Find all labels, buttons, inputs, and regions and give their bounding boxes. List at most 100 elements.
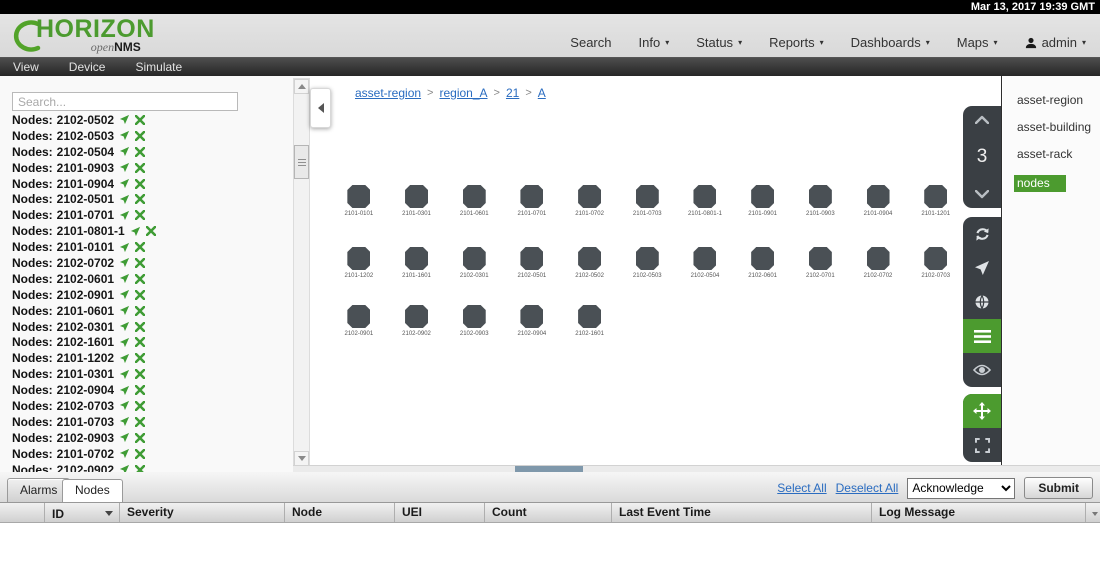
list-item[interactable]: Nodes: 2102-1601 [12, 334, 290, 350]
list-item[interactable]: Nodes: 2102-0502 [12, 112, 290, 128]
locate-arrow-icon[interactable] [119, 146, 130, 157]
locate-arrow-icon[interactable] [119, 385, 130, 396]
locate-arrow-icon[interactable] [119, 369, 130, 380]
map-node[interactable]: 2101-0701 [503, 185, 561, 217]
map-node[interactable]: 2102-0903 [445, 305, 503, 337]
map-node[interactable]: 2102-0702 [849, 247, 907, 279]
list-item[interactable]: Nodes: 2101-0703 [12, 414, 290, 430]
remove-icon[interactable] [135, 433, 145, 443]
nav-user-menu[interactable]: admin▾ [1025, 35, 1086, 50]
zoom-in-chevron-icon[interactable] [975, 115, 989, 124]
layer-asset-rack[interactable]: asset-rack [1017, 147, 1100, 161]
locate-arrow-icon[interactable] [119, 162, 130, 173]
column-uei[interactable]: UEI [395, 503, 485, 522]
list-item[interactable]: Nodes: 2101-0904 [12, 176, 290, 192]
locate-arrow-icon[interactable] [119, 448, 130, 459]
nav-search[interactable]: Search [570, 35, 611, 50]
remove-icon[interactable] [135, 401, 145, 411]
locate-arrow-icon[interactable] [119, 305, 130, 316]
remove-icon[interactable] [135, 115, 145, 125]
layer-asset-building[interactable]: asset-building [1017, 120, 1100, 134]
submit-button[interactable]: Submit [1024, 477, 1093, 499]
remove-icon[interactable] [135, 369, 145, 379]
locate-arrow-icon[interactable] [119, 353, 130, 364]
highlight-focus-button[interactable] [963, 353, 1001, 387]
locate-arrow-icon[interactable] [119, 130, 130, 141]
list-item[interactable]: Nodes: 2102-0601 [12, 271, 290, 287]
hamburger-menu-button[interactable] [963, 319, 1001, 353]
map-node[interactable]: 2101-0903 [792, 185, 850, 217]
column-node[interactable]: Node [285, 503, 395, 522]
remove-icon[interactable] [135, 179, 145, 189]
column-severity[interactable]: Severity [120, 503, 285, 522]
layer-nodes-active[interactable]: nodes [1014, 175, 1066, 192]
locate-arrow-icon[interactable] [119, 400, 130, 411]
map-node[interactable]: 2101-1202 [330, 247, 388, 279]
map-node[interactable]: 2102-0601 [734, 247, 792, 279]
menu-simulate[interactable]: Simulate [135, 60, 182, 74]
locate-arrow-icon[interactable] [119, 210, 130, 221]
show-entire-map-button[interactable] [963, 285, 1001, 319]
layer-asset-region[interactable]: asset-region [1017, 93, 1100, 107]
remove-icon[interactable] [146, 226, 156, 236]
remove-icon[interactable] [135, 274, 145, 284]
remove-icon[interactable] [135, 242, 145, 252]
column-count[interactable]: Count [485, 503, 612, 522]
map-node[interactable]: 2101-0703 [618, 185, 676, 217]
map-node[interactable]: 2102-0503 [618, 247, 676, 279]
list-item[interactable]: Nodes: 2101-0702 [12, 446, 290, 462]
locate-arrow-icon[interactable] [119, 194, 130, 205]
locate-arrow-icon[interactable] [119, 416, 130, 427]
collapse-panel-button[interactable] [310, 88, 331, 128]
locate-arrow-icon[interactable] [119, 289, 130, 300]
menu-view[interactable]: View [13, 60, 39, 74]
scrollbar-thumb[interactable] [294, 145, 309, 179]
search-input[interactable] [12, 92, 238, 111]
list-item[interactable]: Nodes: 2101-1202 [12, 350, 290, 366]
map-node[interactable]: 2101-0101 [330, 185, 388, 217]
list-item[interactable]: Nodes: 2101-0301 [12, 366, 290, 382]
map-node[interactable]: 2102-0701 [792, 247, 850, 279]
locate-arrow-icon[interactable] [119, 432, 130, 443]
nav-dashboards[interactable]: Dashboards▾ [851, 35, 930, 50]
locate-arrow-icon[interactable] [130, 226, 141, 237]
deselect-all-link[interactable]: Deselect All [836, 481, 899, 495]
map-node[interactable]: 2101-1601 [388, 247, 446, 279]
remove-icon[interactable] [135, 131, 145, 141]
map-node[interactable]: 2102-0501 [503, 247, 561, 279]
map-node[interactable]: 2101-0901 [734, 185, 792, 217]
column-chooser-button[interactable] [1086, 503, 1100, 522]
remove-icon[interactable] [135, 449, 145, 459]
list-item[interactable]: Nodes: 2102-0901 [12, 287, 290, 303]
remove-icon[interactable] [135, 385, 145, 395]
remove-icon[interactable] [135, 337, 145, 347]
map-node[interactable]: 2101-0702 [561, 185, 619, 217]
breadcrumb-link[interactable]: A [538, 86, 546, 100]
remove-icon[interactable] [135, 258, 145, 268]
map-node[interactable]: 2102-0902 [388, 305, 446, 337]
locate-arrow-icon[interactable] [119, 257, 130, 268]
list-item[interactable]: Nodes: 2102-0903 [12, 430, 290, 446]
locate-arrow-icon[interactable] [119, 178, 130, 189]
list-item[interactable]: Nodes: 2101-0701 [12, 207, 290, 223]
map-node[interactable]: 2101-0904 [849, 185, 907, 217]
remove-icon[interactable] [135, 147, 145, 157]
map-node[interactable]: 2102-0703 [907, 247, 965, 279]
remove-icon[interactable] [135, 210, 145, 220]
tab-nodes[interactable]: Nodes [62, 479, 123, 502]
scroll-down-button[interactable] [294, 451, 309, 466]
fit-to-screen-button[interactable] [963, 428, 1001, 462]
list-item[interactable]: Nodes: 2102-0702 [12, 255, 290, 271]
nav-status[interactable]: Status▾ [696, 35, 742, 50]
list-item[interactable]: Nodes: 2102-0301 [12, 319, 290, 335]
nav-info[interactable]: Info▾ [639, 35, 670, 50]
breadcrumb-link[interactable]: region_A [439, 86, 487, 100]
map-node[interactable]: 2102-0502 [561, 247, 619, 279]
map-horizontal-scrollbar[interactable] [293, 465, 1100, 472]
list-item[interactable]: Nodes: 2101-0601 [12, 303, 290, 319]
locate-arrow-icon[interactable] [119, 321, 130, 332]
list-item[interactable]: Nodes: 2102-0703 [12, 398, 290, 414]
locate-arrow-icon[interactable] [119, 273, 130, 284]
nav-maps[interactable]: Maps▾ [957, 35, 998, 50]
remove-icon[interactable] [135, 194, 145, 204]
